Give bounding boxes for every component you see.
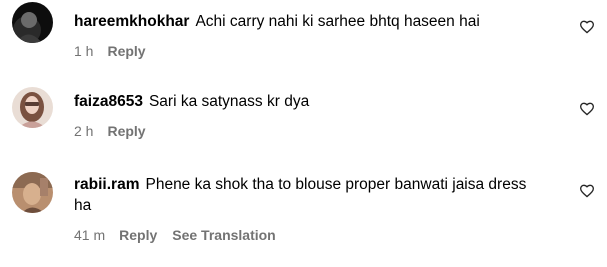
like-button[interactable] (579, 19, 595, 35)
reply-button[interactable]: Reply (107, 122, 145, 140)
comment-timestamp[interactable]: 1 h (74, 42, 93, 60)
like-button[interactable] (579, 183, 595, 199)
avatar[interactable] (12, 87, 53, 128)
comment-text-line: faiza8653 Sari ka satynass kr dya (74, 91, 567, 112)
avatar-image (12, 2, 53, 43)
comment-text-line: hareemkhokhar Achi carry nahi ki sarhee b… (74, 11, 567, 32)
reply-button[interactable]: Reply (119, 226, 157, 244)
comment-username[interactable]: hareemkhokhar (74, 13, 189, 30)
comment-text: Sari ka satynass kr dya (148, 93, 310, 110)
reply-button[interactable]: Reply (107, 42, 145, 60)
comment-username[interactable]: faiza8653 (74, 93, 143, 110)
comment-username[interactable]: rabii.ram (74, 176, 139, 193)
avatar[interactable] (12, 172, 53, 213)
heart-outline-icon (580, 20, 594, 34)
see-translation-button[interactable]: See Translation (172, 226, 275, 244)
comment-meta: 1 h Reply (74, 42, 567, 60)
comment-item: hareemkhokhar Achi carry nahi ki sarhee b… (0, 0, 607, 75)
comment-text: Achi carry nahi ki sarhee bhtq haseen ha… (195, 13, 480, 30)
comment-item: rabii.ram Phene ka shok tha to blouse pro… (0, 162, 607, 267)
comment-timestamp[interactable]: 41 m (74, 226, 105, 244)
like-button[interactable] (579, 101, 595, 117)
heart-outline-icon (580, 102, 594, 116)
comment-item: faiza8653 Sari ka satynass kr dya 2 h Repl… (0, 80, 607, 155)
comment-meta: 41 m Reply See Translation (74, 226, 537, 244)
comment-text-line: rabii.ram Phene ka shok tha to blouse pro… (74, 174, 537, 216)
avatar[interactable] (12, 2, 53, 43)
avatar-image (12, 172, 53, 213)
comment-meta: 2 h Reply (74, 122, 567, 140)
heart-outline-icon (580, 184, 594, 198)
comment-text: Phene ka shok tha to blouse proper banwa… (74, 176, 527, 214)
comment-timestamp[interactable]: 2 h (74, 122, 93, 140)
avatar-image (12, 87, 53, 128)
